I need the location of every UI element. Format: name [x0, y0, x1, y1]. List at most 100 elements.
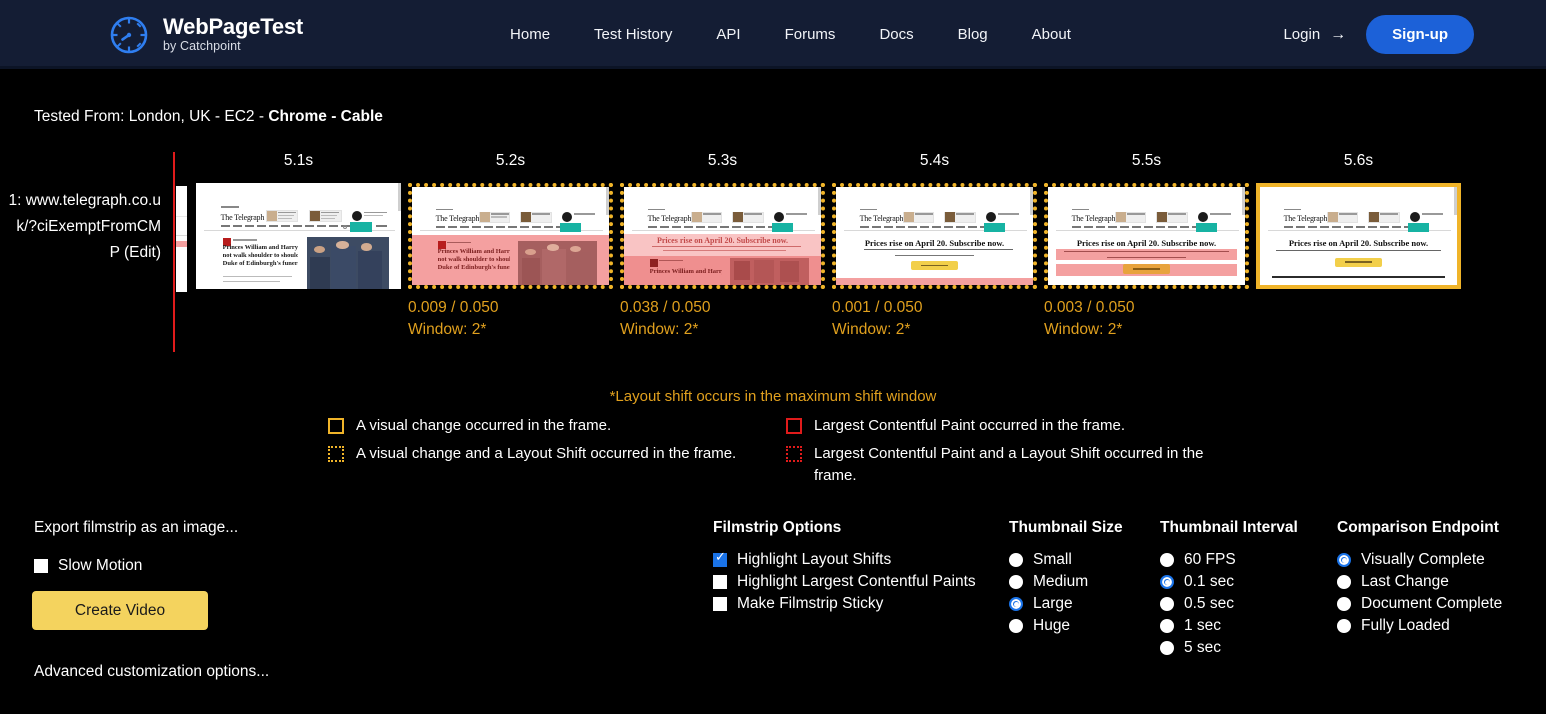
legend-item: Largest Contentful Paint occurred in the…	[786, 415, 1206, 437]
nav-item-home[interactable]: Home	[510, 20, 550, 49]
site-header: WebPageTest by Catchpoint Home Test Hist…	[0, 0, 1546, 69]
frame-thumbnail[interactable]: The Telegraph	[832, 183, 1037, 289]
legend-item: Largest Contentful Paint and a Layout Sh…	[786, 443, 1206, 487]
size-medium-radio[interactable]	[1009, 575, 1023, 589]
nav-item-test-history[interactable]: Test History	[594, 20, 672, 49]
brand-logo-block[interactable]: WebPageTest by Catchpoint	[108, 14, 303, 56]
nav-item-docs[interactable]: Docs	[879, 20, 913, 49]
frame-thumbnail[interactable]: The Telegraph	[408, 183, 613, 289]
interval-0-5-sec-radio[interactable]	[1160, 597, 1174, 611]
frame-thumbnail[interactable]: The Telegraph	[1044, 183, 1249, 289]
create-video-wrap: Create Video	[32, 591, 208, 630]
frame-cls-score: 0.009 / 0.050	[408, 299, 499, 316]
option-row-interval-1[interactable]: 1 sec	[1160, 615, 1325, 637]
shift-banner-headline: Prices rise on April 20. Subscribe now.	[1076, 237, 1217, 248]
nav-item-about[interactable]: About	[1032, 20, 1071, 49]
option-group-title: Thumbnail Interval	[1160, 519, 1298, 536]
brand-name: WebPageTest	[163, 14, 304, 39]
test-info-browser: Chrome - Cable	[268, 108, 383, 125]
filmstrip-frame[interactable]: 5.1s The Telegraph Princes William and H…	[196, 148, 401, 341]
option-row-document-complete[interactable]: Document Complete	[1337, 593, 1542, 615]
frame-timestamp: 5.6s	[1343, 152, 1374, 169]
highlight-lcp-checkbox[interactable]	[713, 575, 727, 589]
legend-swatch-visual-change-shift-icon	[328, 446, 344, 462]
frame-timestamp: 5.3s	[707, 152, 738, 169]
frame-cls-window: Window: 2*	[620, 321, 699, 338]
endpoint-document-complete-radio[interactable]	[1337, 597, 1351, 611]
interval-60fps-radio[interactable]	[1160, 553, 1174, 567]
legend-column-right: Largest Contentful Paint occurred in the…	[786, 415, 1206, 493]
nav-item-forums[interactable]: Forums	[785, 20, 836, 49]
option-row-interval-0-1[interactable]: 0.1 sec	[1160, 571, 1325, 593]
option-row-highlight-layout-shifts[interactable]: Highlight Layout Shifts	[713, 549, 993, 571]
option-row-fully-loaded[interactable]: Fully Loaded	[1337, 615, 1542, 637]
page-mock: The Telegraph	[1260, 187, 1457, 285]
option-row-interval-0-5[interactable]: 0.5 sec	[1160, 593, 1325, 615]
frame-cls-value: 0.003 / 0.050 Window: 2*	[1044, 297, 1249, 341]
option-row-sticky-filmstrip[interactable]: Make Filmstrip Sticky	[713, 593, 993, 615]
export-filmstrip-link[interactable]: Export filmstrip as an image...	[34, 519, 238, 537]
endpoint-last-change-radio[interactable]	[1337, 575, 1351, 589]
frame-timestamp: 5.4s	[919, 152, 950, 169]
speedometer-icon	[110, 16, 148, 53]
page-mock: The Telegraph	[624, 187, 821, 285]
legend-item: A visual change occurred in the frame.	[328, 415, 736, 437]
test-info-prefix: Tested From: London, UK - EC2 -	[34, 108, 269, 125]
create-video-button[interactable]: Create Video	[32, 591, 208, 630]
option-row-size-huge[interactable]: Huge	[1009, 615, 1149, 637]
main-nav: Home Test History API Forums Docs Blog A…	[510, 20, 1071, 49]
nav-item-blog[interactable]: Blog	[958, 20, 988, 49]
login-link[interactable]: Login →	[1283, 26, 1346, 43]
option-label: Highlight Largest Contentful Paints	[737, 573, 976, 590]
filmstrip-frame[interactable]: 5.6s The Telegraph Prices rise on April …	[1256, 148, 1461, 341]
arrow-right-icon: →	[1330, 26, 1347, 43]
make-filmstrip-sticky-checkbox[interactable]	[713, 597, 727, 611]
option-row-highlight-lcp[interactable]: Highlight Largest Contentful Paints	[713, 571, 993, 593]
endpoint-fully-loaded-radio[interactable]	[1337, 619, 1351, 633]
option-row-size-small[interactable]: Small	[1009, 549, 1149, 571]
filmstrip-frame[interactable]: 5.5s The Telegraph Prices rise on April …	[1044, 148, 1249, 341]
frame-thumbnail[interactable]: The Telegraph	[1256, 183, 1461, 289]
filmstrip-legend: A visual change occurred in the frame. A…	[0, 415, 1546, 507]
signup-button[interactable]: Sign-up	[1366, 15, 1474, 54]
option-row-size-medium[interactable]: Medium	[1009, 571, 1149, 593]
frame-cls-score: 0.001 / 0.050	[832, 299, 923, 316]
size-small-radio[interactable]	[1009, 553, 1023, 567]
shift-banner-headline: Prices rise on April 20. Subscribe now.	[864, 237, 1005, 248]
slow-motion-checkbox[interactable]	[34, 559, 48, 573]
advanced-options-link[interactable]: Advanced customization options...	[34, 663, 269, 681]
option-row-interval-60fps[interactable]: 60 FPS	[1160, 549, 1325, 571]
frame-cls-score: 0.038 / 0.050	[620, 299, 711, 316]
interval-5-sec-radio[interactable]	[1160, 641, 1174, 655]
size-large-radio[interactable]	[1009, 597, 1023, 611]
interval-1-sec-radio[interactable]	[1160, 619, 1174, 633]
legend-column-left: A visual change occurred in the frame. A…	[328, 415, 736, 471]
filmstrip-frame[interactable]: 5.2s The Telegraph Princes William and H…	[408, 148, 613, 341]
filmstrip-row-label[interactable]: 1: www.telegraph.co.uk/?ciExemptFromCMP …	[6, 188, 161, 266]
option-row-size-large[interactable]: Large	[1009, 593, 1149, 615]
shift-banner-headline: Prices rise on April 20. Subscribe now.	[656, 236, 789, 245]
option-label: Medium	[1033, 573, 1089, 590]
legend-label: Largest Contentful Paint and a Layout Sh…	[814, 445, 1204, 484]
option-row-interval-5[interactable]: 5 sec	[1160, 637, 1325, 659]
option-row-last-change[interactable]: Last Change	[1337, 571, 1542, 593]
page-mock: The Telegraph	[196, 183, 401, 289]
option-label: Highlight Layout Shifts	[737, 551, 892, 568]
header-divider	[0, 66, 1546, 69]
filmstrip-frame[interactable]: 5.3s The Telegraph Prices rise on April …	[620, 148, 825, 341]
filmstrip-frame[interactable]: 5.4s The Telegraph Prices rise on April …	[832, 148, 1037, 341]
page-mock: The Telegraph	[836, 187, 1033, 285]
highlight-layout-shifts-checkbox[interactable]	[713, 551, 727, 567]
option-group-title: Filmstrip Options	[713, 519, 842, 536]
slow-motion-row[interactable]: Slow Motion	[34, 557, 142, 575]
frame-thumbnail[interactable]: The Telegraph	[620, 183, 825, 289]
option-label: 0.5 sec	[1184, 595, 1234, 612]
option-group-title: Thumbnail Size	[1009, 519, 1123, 536]
size-huge-radio[interactable]	[1009, 619, 1023, 633]
frame-thumbnail[interactable]: The Telegraph	[196, 183, 401, 289]
nav-item-api[interactable]: API	[716, 20, 740, 49]
interval-0-1-sec-radio[interactable]	[1160, 575, 1174, 589]
endpoint-visually-complete-radio[interactable]	[1337, 553, 1351, 567]
frame-cls-score: 0.003 / 0.050	[1044, 299, 1135, 316]
option-row-visually-complete[interactable]: Visually Complete	[1337, 549, 1542, 571]
